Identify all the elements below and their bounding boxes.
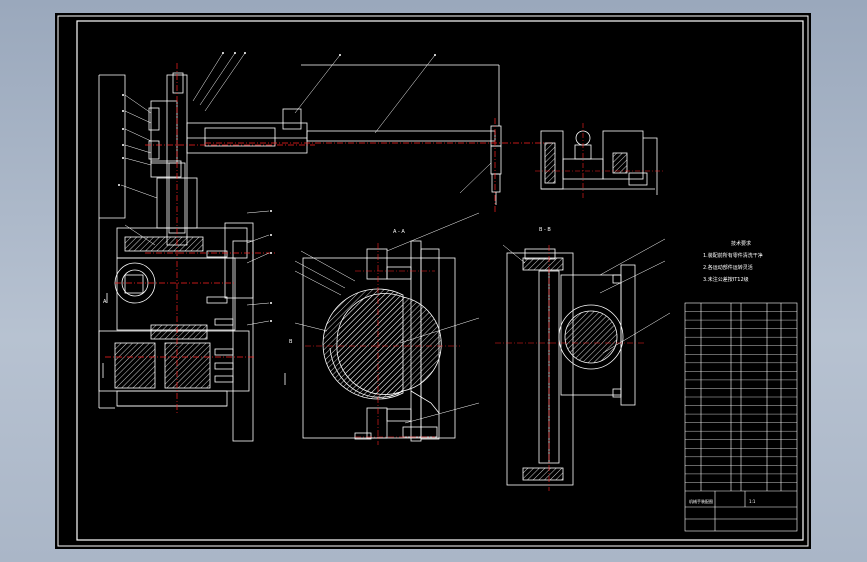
tech-note-3: 3.未注公差按IT12级	[703, 276, 749, 283]
section-bb-view	[506, 248, 636, 486]
inner-border	[76, 20, 804, 541]
top-detail-view	[540, 130, 658, 195]
tech-note-1: 1.装配前所有零件清洗干净	[703, 252, 763, 259]
drawing-sheet: A B A - A B - B 技术要求 1.装配前所有零件清洗干净 2.各运动…	[55, 13, 811, 549]
main-leaders	[120, 52, 492, 326]
tech-notes-title: 技术要求	[731, 240, 751, 247]
section-bb-title: B - B	[539, 227, 551, 233]
leader-dots	[118, 52, 436, 322]
cad-drawing: A B A - A B - B 技术要求 1.装配前所有零件清洗干净 2.各运动…	[57, 15, 809, 547]
section-mark-a1: A	[103, 299, 107, 305]
bom-row-lines	[685, 311, 797, 483]
outer-border	[57, 15, 809, 547]
technical-notes: 技术要求 1.装配前所有零件清洗干净 2.各运动部件运转灵活 3.未注公差按IT…	[703, 240, 763, 283]
title-block-name: 机械手装配图	[689, 498, 713, 504]
title-block-scale: 1:1	[749, 499, 756, 504]
tech-note-2: 2.各运动部件运转灵活	[703, 264, 753, 271]
section-aa-title: A - A	[393, 229, 405, 235]
section-mark-b1: B	[289, 339, 293, 345]
